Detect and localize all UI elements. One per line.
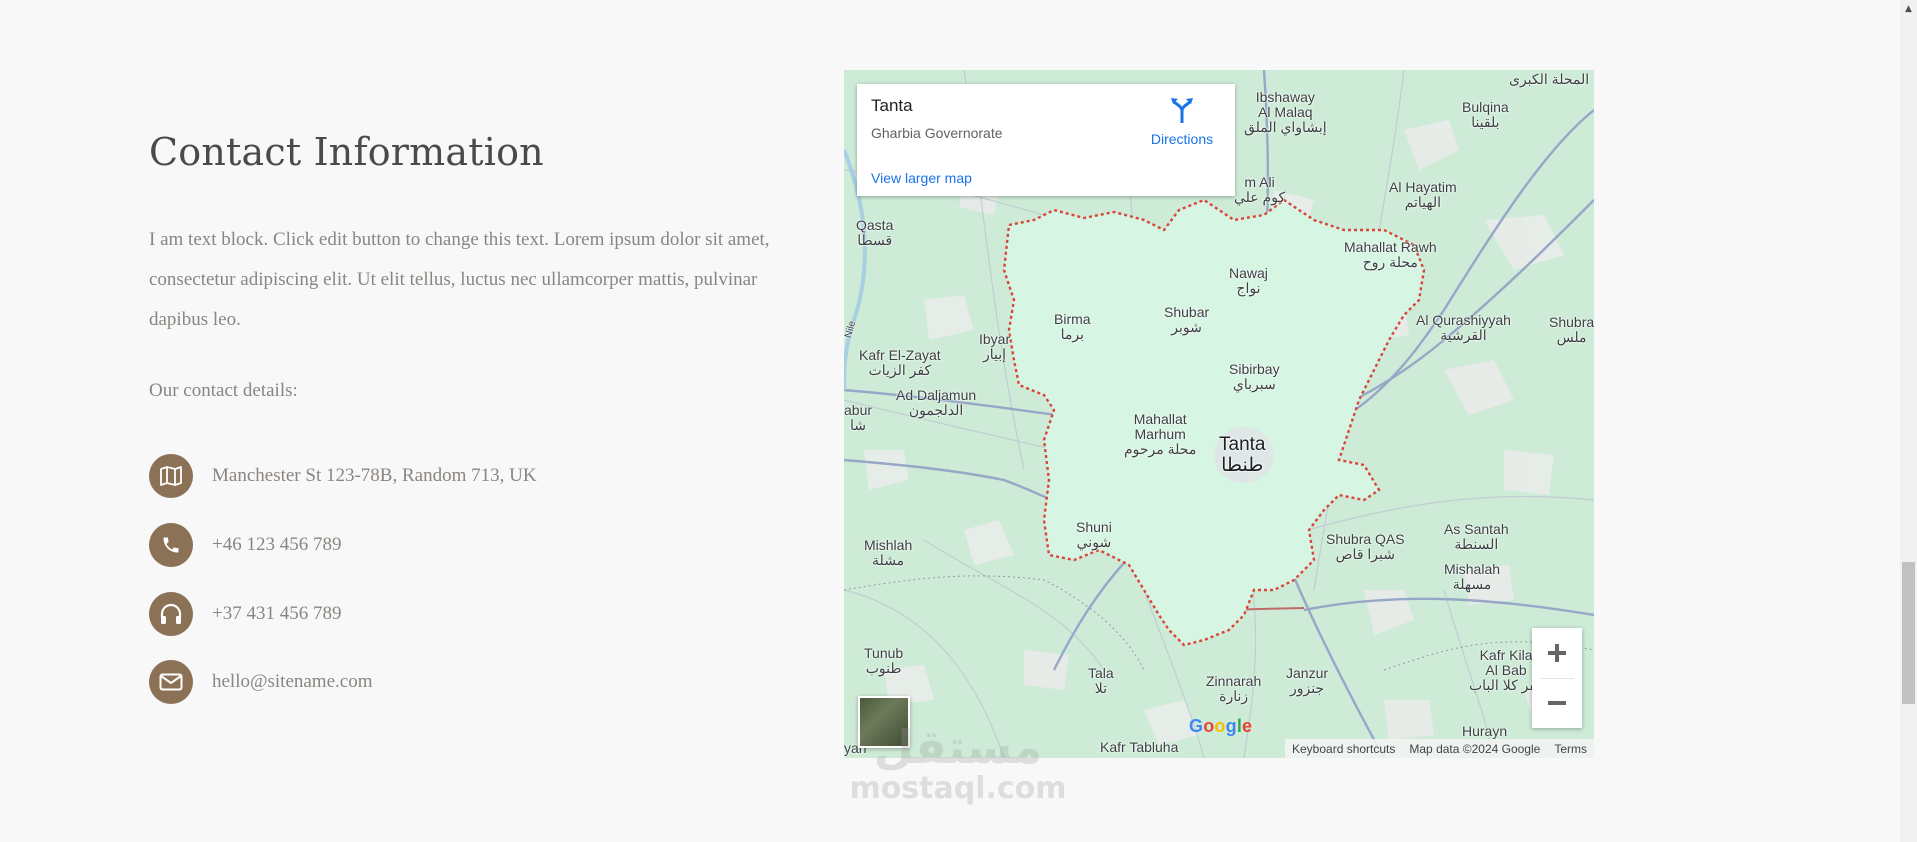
map-label: Mahallat Marhum محلة مرحوم <box>1124 411 1197 457</box>
support-phone-text[interactable]: +37 431 456 789 <box>212 603 341 625</box>
map-label: Bulqina بلقينا <box>1462 99 1509 130</box>
map-label: Sibirbay سبرباي <box>1229 361 1280 392</box>
scrollbar-thumb[interactable] <box>1902 562 1915 704</box>
map-label: Al Hayatim الهياتم <box>1389 179 1457 210</box>
map-label: Tunub طنوب <box>864 645 904 676</box>
map-label: Kafr El-Zayat كفر الزيات <box>859 347 941 378</box>
google-logo: Google <box>1189 716 1253 736</box>
keyboard-shortcuts-link[interactable]: Keyboard shortcuts <box>1285 742 1402 756</box>
map-label: Birma برما <box>1054 311 1091 342</box>
phone-icon <box>149 523 193 567</box>
directions-label[interactable]: Directions <box>1137 131 1227 147</box>
map-label: المحلة الكبرى <box>1509 71 1590 87</box>
map-label: Mishalah مسهلة <box>1444 561 1501 592</box>
place-subtitle: Gharbia Governorate <box>871 125 1003 141</box>
scroll-up-arrow-icon[interactable]: ▲ <box>1900 0 1917 17</box>
map-label: Mahallat Rawh محلة روح <box>1344 239 1437 270</box>
map-label: Shubar شوبر <box>1164 304 1210 335</box>
map-icon <box>149 454 193 498</box>
map-label: Janzur جنزور <box>1286 665 1329 696</box>
map-embed[interactable]: المحلة الكبرى Ibshaway Al Malaq إبشاواي … <box>844 70 1594 758</box>
watermark-latin: mostaql.com <box>849 771 1067 806</box>
phone-text[interactable]: +46 123 456 789 <box>212 534 341 556</box>
watermark-arabic: مستقل <box>873 720 1043 774</box>
place-card: Tanta Gharbia Governorate Directions Vie… <box>857 84 1235 196</box>
map-label: Ad Daljamun الدلجمون <box>896 387 977 418</box>
map-data-text: Map data ©2024 Google <box>1409 741 1541 756</box>
headphones-icon <box>149 592 193 636</box>
contact-phone[interactable]: +46 123 456 789 <box>149 523 749 567</box>
scrollbar[interactable]: ▲ <box>1900 0 1917 842</box>
zoom-divider <box>1540 678 1574 679</box>
map-label: Tala تلا <box>1088 665 1114 696</box>
map-label: Zinnarah زنارة <box>1206 673 1262 704</box>
address-text: Manchester St 123-78B, Random 713, UK <box>212 465 537 486</box>
contact-address: Manchester St 123-78B, Random 713, UK <box>149 454 749 498</box>
map-label: Mishlah مشلة <box>864 537 913 568</box>
zoom-in-button[interactable] <box>1532 628 1582 678</box>
zoom-controls <box>1532 628 1582 728</box>
map-label: Al Qurashiyyah القرشية <box>1416 312 1511 343</box>
directions-button[interactable]: Directions <box>1137 96 1227 147</box>
map-label: Shubra ملس <box>1549 314 1594 345</box>
map-label: Ibshaway Al Malaq إبشاواي الملق <box>1244 89 1327 135</box>
map-label: Shubra QAS شبرا قاص <box>1326 531 1405 562</box>
zoom-out-button[interactable] <box>1532 678 1582 728</box>
contact-details-label: Our contact details: <box>149 380 298 401</box>
contact-support[interactable]: +37 431 456 789 <box>149 592 749 636</box>
map-label: Nawaj نواج <box>1229 265 1268 296</box>
email-text[interactable]: hello@sitename.com <box>212 671 372 693</box>
plus-icon <box>1548 644 1566 662</box>
place-title: Tanta <box>871 96 913 115</box>
minus-icon <box>1548 701 1566 705</box>
contact-email[interactable]: hello@sitename.com <box>149 660 749 704</box>
map-label: m Ali كوم علي <box>1234 174 1286 205</box>
map-label: Kafr Tabluha <box>1100 739 1179 755</box>
watermark: مستقل mostaql.com <box>848 722 1068 806</box>
map-label: Shuni شوني <box>1076 519 1112 550</box>
envelope-icon <box>149 660 193 704</box>
intro-text: I am text block. Click edit button to ch… <box>149 229 770 330</box>
map-label: Hurayn <box>1462 723 1508 739</box>
map-attribution: Keyboard shortcuts Map data ©2024 Google… <box>1285 739 1594 758</box>
map-label: As Santah السنطة <box>1444 521 1509 552</box>
terms-link[interactable]: Terms <box>1547 742 1594 756</box>
map-label: Ibyar إبيار <box>979 331 1011 362</box>
view-larger-map-link[interactable]: View larger map <box>871 170 972 186</box>
directions-icon <box>1171 98 1193 123</box>
map-label-tanta: Tanta طنطا <box>1219 434 1266 476</box>
page-title: Contact Information <box>149 130 544 174</box>
map-label: abur شا <box>844 402 873 433</box>
map-label: Qasta قسطا <box>856 217 894 248</box>
